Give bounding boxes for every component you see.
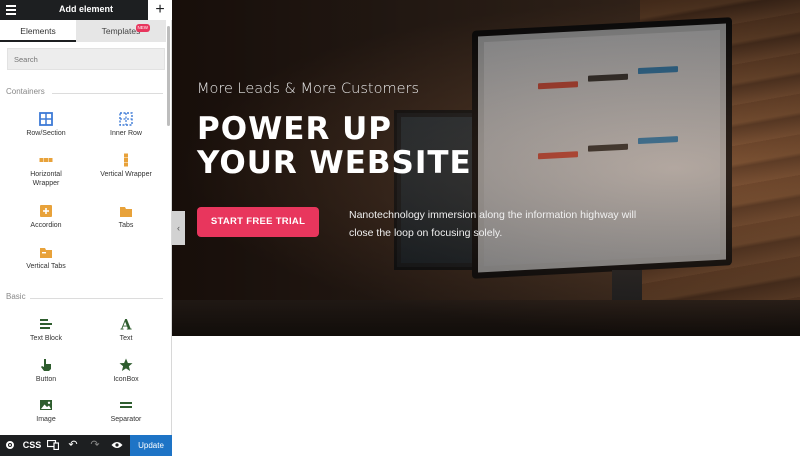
page-builder-app: Add element + Elements Templates NEW Con…: [0, 0, 800, 456]
vertical-tabs-icon: [40, 248, 52, 258]
collapse-sidebar-chevron-icon[interactable]: ‹: [172, 211, 185, 245]
widget-vertical-wrapper[interactable]: Vertical Wrapper: [86, 153, 166, 179]
settings-gear-icon[interactable]: [3, 438, 17, 453]
section-title-basic: Basic: [6, 292, 26, 301]
star-icon: [119, 358, 133, 371]
widget-text[interactable]: A Text: [86, 317, 166, 343]
css-button[interactable]: CSS: [22, 438, 42, 453]
page-canvas: More Leads & More Customers POWER UP YOU…: [172, 0, 800, 456]
widget-text-block[interactable]: Text Block: [6, 317, 86, 343]
svg-text:A: A: [120, 318, 133, 332]
hero-subtitle: More Leads & More Customers: [197, 81, 420, 97]
sidebar-scrollbar[interactable]: [167, 26, 170, 126]
image-icon: [40, 400, 52, 410]
undo-icon[interactable]: ↶: [66, 438, 80, 453]
widget-inner-row[interactable]: Inner Row: [86, 112, 166, 138]
section-title-containers: Containers: [6, 87, 45, 96]
row-section-icon: [39, 112, 53, 126]
widget-horizontal-wrapper[interactable]: Horizontal Wrapper: [6, 153, 86, 188]
widget-accordion[interactable]: Accordion: [6, 204, 86, 230]
add-element-plus-icon[interactable]: +: [148, 0, 172, 20]
hand-pointer-icon: [41, 359, 51, 371]
hero-description: Nanotechnology immersion along the infor…: [349, 209, 637, 239]
tab-elements[interactable]: Elements: [0, 20, 76, 42]
tab-templates[interactable]: Templates NEW: [76, 20, 166, 42]
widget-tabs[interactable]: Tabs: [86, 204, 166, 230]
widget-vertical-tabs[interactable]: Vertical Tabs: [6, 245, 86, 271]
widget-row-section[interactable]: Row/Section: [6, 112, 86, 138]
widget-image[interactable]: Image: [6, 398, 86, 424]
accordion-icon: [40, 205, 52, 217]
redo-icon[interactable]: ↷: [88, 438, 102, 453]
section-divider: [30, 298, 163, 299]
new-badge: NEW: [135, 24, 150, 32]
sidebar-header: Add element +: [0, 0, 172, 20]
hero-section[interactable]: More Leads & More Customers POWER UP YOU…: [172, 0, 800, 336]
separator-icon: [120, 402, 132, 408]
widget-button[interactable]: Button: [6, 358, 86, 384]
preview-eye-icon[interactable]: [109, 438, 125, 453]
responsive-devices-icon[interactable]: [46, 438, 60, 453]
section-divider: [52, 93, 163, 94]
text-block-icon: [40, 319, 52, 329]
widget-separator[interactable]: Separator: [86, 398, 166, 424]
start-free-trial-button[interactable]: START FREE TRIAL: [197, 207, 319, 237]
widget-iconbox[interactable]: IconBox: [86, 358, 166, 384]
text-icon: A: [120, 318, 133, 332]
sidebar-footer-toolbar: CSS ↶ ↷ Update: [0, 435, 172, 456]
inner-row-icon: [119, 112, 133, 126]
vertical-wrapper-icon: [124, 153, 128, 167]
sidebar-tabs: Elements Templates NEW: [0, 20, 172, 42]
hero-title: POWER UP YOUR WEBSITE: [197, 111, 472, 181]
search-input[interactable]: [7, 48, 165, 70]
update-button[interactable]: Update: [130, 435, 172, 456]
sidebar-title: Add element: [58, 4, 113, 14]
horizontal-wrapper-icon: [39, 158, 53, 162]
tabs-icon: [120, 207, 132, 217]
elements-sidebar: Add element + Elements Templates NEW Con…: [0, 0, 172, 456]
